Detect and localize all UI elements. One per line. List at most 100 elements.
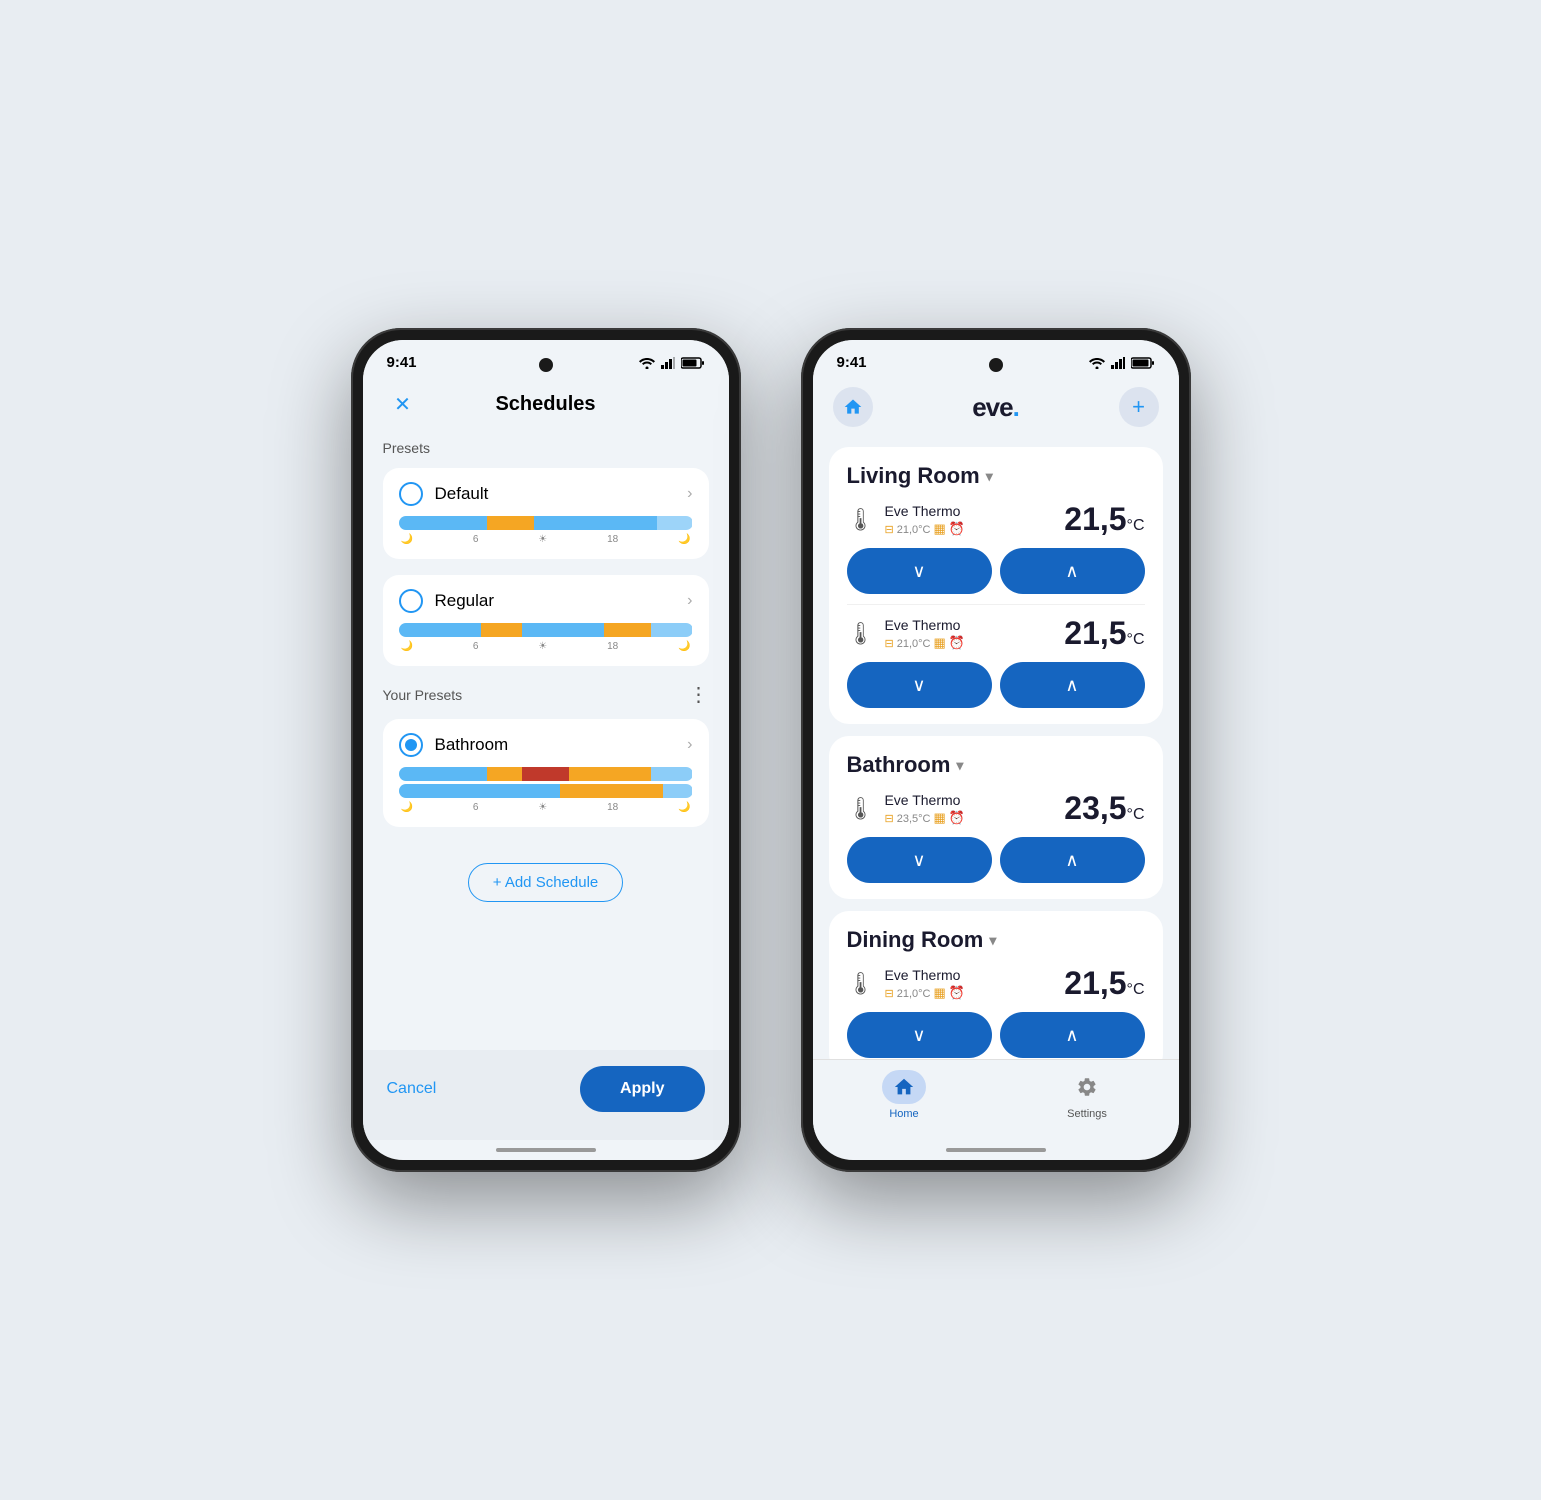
settings-nav-label: Settings [1067, 1108, 1107, 1120]
increase-btn-1[interactable]: ∧ [1000, 548, 1145, 594]
default-ticks: 🌙 6 ☀ 18 🌙 [399, 534, 693, 545]
dining-room-title[interactable]: Dining Room ▾ [847, 927, 1145, 953]
add-schedule-button[interactable]: + Add Schedule [468, 863, 624, 902]
thermometer-icon-3: 🌡 [847, 796, 875, 822]
device-name-2: Eve Thermo [884, 617, 965, 633]
device-sub-1: ⊟ 21,0°C ▦ ⏰ [884, 521, 965, 537]
thermometer-icon-2: 🌡 [847, 621, 875, 647]
battery-icon [681, 357, 705, 369]
preset-default-name: Default [435, 484, 489, 504]
wifi-icon [639, 357, 655, 369]
living-room-controls-1: ∨ ∧ [847, 548, 1145, 594]
preset-default-card: Default › 🌙 6 [383, 468, 709, 559]
preset-bathroom-row[interactable]: Bathroom › [399, 733, 693, 757]
device-temp-3: 23,5°C [1064, 790, 1144, 827]
home-nav-icon [893, 1076, 915, 1098]
radio-default[interactable] [399, 482, 423, 506]
schedules-screen: ✕ Schedules Presets Default › [363, 377, 729, 1160]
camera-notch-2 [989, 358, 1003, 372]
settings-nav-icon [1076, 1076, 1098, 1098]
schedules-title: Schedules [495, 393, 595, 416]
preset-bathroom-left: Bathroom [399, 733, 509, 757]
device-name-3: Eve Thermo [884, 792, 965, 808]
regular-ticks: 🌙 6 ☀ 18 🌙 [399, 641, 693, 652]
status-time-1: 9:41 [387, 354, 417, 371]
room-dining-room: Dining Room ▾ 🌡 Eve Thermo ⊟ 21 [829, 911, 1163, 1059]
signal-icon [661, 357, 675, 369]
living-room-title[interactable]: Living Room ▾ [847, 463, 1145, 489]
preset-regular-card: Regular › 🌙 [383, 575, 709, 666]
decrease-btn-3[interactable]: ∨ [847, 837, 992, 883]
dining-room-controls: ∨ ∧ [847, 1012, 1145, 1058]
increase-btn-4[interactable]: ∧ [1000, 1012, 1145, 1058]
schedules-phone: 9:41 [351, 328, 741, 1172]
regular-schedule-bar [399, 623, 693, 637]
bathroom-chevron: ▾ [956, 757, 963, 774]
home-bar-2 [946, 1148, 1046, 1152]
add-button[interactable]: + [1119, 387, 1159, 427]
regular-bar-container: 🌙 6 ☀ 18 🌙 [399, 623, 693, 652]
schedules-bottom-bar: Cancel Apply [363, 1050, 729, 1140]
signal-icon-2 [1111, 357, 1125, 369]
radio-bathroom[interactable] [399, 733, 423, 757]
eve-screen: eve. + Living Room ▾ 🌡 [813, 377, 1179, 1160]
device-name-4: Eve Thermo [884, 967, 965, 983]
preset-bathroom-name: Bathroom [435, 735, 509, 755]
decrease-btn-2[interactable]: ∨ [847, 662, 992, 708]
radio-bathroom-inner [405, 739, 417, 751]
more-dots-icon[interactable]: ⋮ [689, 682, 709, 707]
home-indicator-1 [363, 1140, 729, 1160]
living-room-controls-2: ∨ ∧ [847, 662, 1145, 708]
bathroom-ticks: 🌙 6 ☀ 18 🌙 [399, 802, 693, 813]
thermometer-icon-1: 🌡 [847, 507, 875, 533]
home-header-button[interactable] [833, 387, 873, 427]
status-icons-1 [639, 357, 705, 369]
eve-content: Living Room ▾ 🌡 Eve Thermo ⊟ [813, 439, 1179, 1059]
bathroom-title[interactable]: Bathroom ▾ [847, 752, 1145, 778]
preset-default-row[interactable]: Default › [399, 482, 693, 506]
battery-icon-2 [1131, 357, 1155, 369]
device-temp-2: 21,5°C [1064, 615, 1144, 652]
status-time-2: 9:41 [837, 354, 867, 371]
bathroom-bar-container: 🌙 6 ☀ 18 🌙 [399, 767, 693, 813]
settings-nav-icon-wrap [1065, 1070, 1109, 1104]
device-name-1: Eve Thermo [884, 503, 965, 519]
preset-regular-row[interactable]: Regular › [399, 589, 693, 613]
nav-home[interactable]: Home [813, 1070, 996, 1120]
bathroom-controls: ∨ ∧ [847, 837, 1145, 883]
apply-button[interactable]: Apply [580, 1066, 704, 1112]
thermometer-icon-4: 🌡 [847, 971, 875, 997]
schedules-content: Presets Default › [363, 428, 729, 1050]
preset-regular-left: Regular [399, 589, 495, 613]
home-nav-icon-wrap [882, 1070, 926, 1104]
dining-room-chevron: ▾ [989, 932, 996, 949]
your-presets-header: Your Presets ⋮ [383, 682, 709, 707]
living-room-device-2: 🌡 Eve Thermo ⊟ 21,0°C ▦ ⏰ [847, 615, 1145, 652]
increase-btn-3[interactable]: ∧ [1000, 837, 1145, 883]
bathroom-schedule-bar-top [399, 767, 693, 781]
eve-header: eve. + [813, 377, 1179, 439]
device-temp-4: 21,5°C [1064, 965, 1144, 1002]
nav-settings[interactable]: Settings [996, 1070, 1179, 1120]
radio-regular[interactable] [399, 589, 423, 613]
wifi-icon-2 [1089, 357, 1105, 369]
status-icons-2 [1089, 357, 1155, 369]
home-header-icon [843, 397, 863, 417]
close-button[interactable]: ✕ [387, 389, 419, 421]
device-sub-4: ⊟ 21,0°C ▦ ⏰ [884, 985, 965, 1001]
dining-room-device-1: 🌡 Eve Thermo ⊟ 21,0°C ▦ ⏰ [847, 965, 1145, 1002]
living-room-device-1: 🌡 Eve Thermo ⊟ 21,0°C ▦ ⏰ [847, 501, 1145, 538]
cancel-button[interactable]: Cancel [387, 1080, 437, 1098]
default-bar-container: 🌙 6 ☀ 18 🌙 [399, 516, 693, 545]
living-room-chevron: ▾ [986, 468, 993, 485]
decrease-btn-4[interactable]: ∨ [847, 1012, 992, 1058]
increase-btn-2[interactable]: ∧ [1000, 662, 1145, 708]
home-nav-label: Home [889, 1108, 918, 1120]
device-temp-1: 21,5°C [1064, 501, 1144, 538]
preset-default-left: Default [399, 482, 489, 506]
home-indicator-2 [813, 1140, 1179, 1160]
preset-bathroom-card: Bathroom › [383, 719, 709, 827]
device-sub-3: ⊟ 23,5°C ▦ ⏰ [884, 810, 965, 826]
decrease-btn-1[interactable]: ∨ [847, 548, 992, 594]
schedules-header: ✕ Schedules [363, 377, 729, 428]
